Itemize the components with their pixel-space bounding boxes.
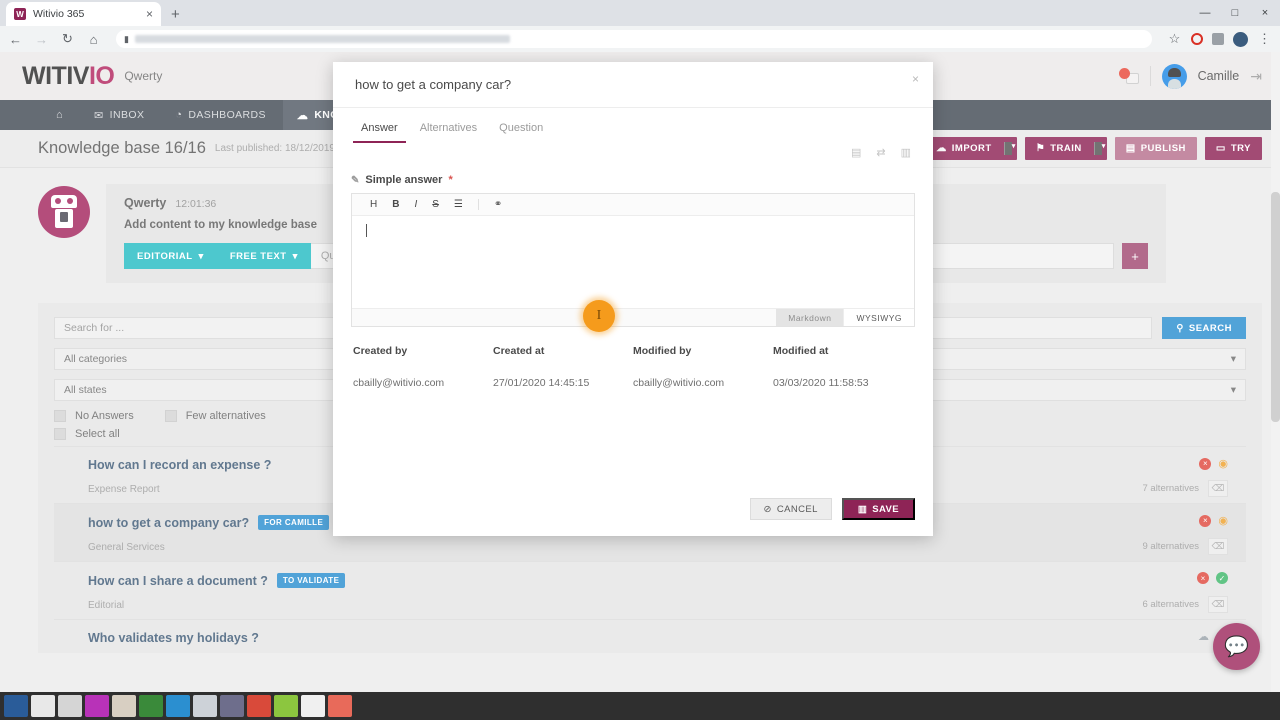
browser-chrome: W Witivio 365 × + — □ × ← → ↻ ⌂ ▮ ☆ ⋮ xyxy=(0,0,1280,52)
favicon-icon: W xyxy=(14,8,26,20)
italic-icon[interactable]: I xyxy=(414,199,417,210)
metadata-value: 27/01/2020 14:45:15 xyxy=(493,377,590,389)
metadata-created-at: Created at 27/01/2020 14:45:15 xyxy=(493,345,633,389)
bookmark-star-icon[interactable]: ☆ xyxy=(1167,31,1182,47)
modal-body: ✎ Simple answer * H B I S ☰ ⚭ Markdown W… xyxy=(333,166,933,389)
modal-title: how to get a company car? xyxy=(355,77,512,92)
mode-wysiwyg-button[interactable]: WYSIWYG xyxy=(843,309,914,326)
modal-tabs: Answer Alternatives Question xyxy=(333,108,933,143)
metadata-header: Created by xyxy=(353,345,408,357)
save-draft-icon[interactable]: ▥ xyxy=(901,146,911,159)
metadata-header: Created at xyxy=(493,345,545,357)
tab-title: Witivio 365 xyxy=(33,8,85,20)
taskbar-app-icon[interactable] xyxy=(112,695,136,717)
edit-answer-modal: how to get a company car? × Answer Alter… xyxy=(333,62,933,536)
metadata-modified-at: Modified at 03/03/2020 11:58:53 xyxy=(773,345,913,389)
metadata-header: Modified by xyxy=(633,345,692,357)
answer-textarea[interactable] xyxy=(352,216,914,308)
address-bar[interactable]: ▮ xyxy=(116,30,1152,48)
metadata-header: Modified at xyxy=(773,345,829,357)
taskbar-app-icon[interactable] xyxy=(301,695,325,717)
home-icon[interactable]: ⌂ xyxy=(86,32,101,47)
modal-footer: ⊘ CANCEL ▥ SAVE xyxy=(749,498,915,520)
taskbar-app-icon[interactable] xyxy=(139,695,163,717)
metadata-value: cbailly@witivio.com xyxy=(633,377,725,389)
list-view-icon[interactable]: ▤ xyxy=(851,146,861,159)
text-caret xyxy=(366,224,367,237)
taskbar-app-icon[interactable] xyxy=(31,695,55,717)
floppy-disk-icon: ▥ xyxy=(857,503,868,515)
toolbar-actions: ☆ ⋮ xyxy=(1167,31,1272,47)
bold-icon[interactable]: B xyxy=(392,199,399,210)
metadata-created-by: Created by cbailly@witivio.com xyxy=(353,345,493,389)
minimize-icon[interactable]: — xyxy=(1190,0,1220,26)
screen: W Witivio 365 × + — □ × ← → ↻ ⌂ ▮ ☆ ⋮ WI… xyxy=(0,0,1280,720)
editor-toolbar: H B I S ☰ ⚭ xyxy=(352,194,914,216)
click-indicator: I xyxy=(583,300,615,332)
taskbar-app-icon[interactable] xyxy=(166,695,190,717)
close-icon[interactable]: × xyxy=(146,8,153,20)
answer-editor: H B I S ☰ ⚭ Markdown WYSIWYG xyxy=(351,193,915,327)
os-taskbar xyxy=(0,692,1280,720)
text-cursor-icon: I xyxy=(596,308,602,323)
divider xyxy=(477,199,479,210)
taskbar-app-icon[interactable] xyxy=(328,695,352,717)
tab-alternatives[interactable]: Alternatives xyxy=(412,122,485,143)
strikethrough-icon[interactable]: S xyxy=(432,199,439,210)
mode-markdown-button[interactable]: Markdown xyxy=(776,309,844,326)
back-icon[interactable]: ← xyxy=(8,32,23,47)
tab-question[interactable]: Question xyxy=(491,122,551,143)
required-marker: * xyxy=(448,174,453,186)
browser-tab[interactable]: W Witivio 365 × xyxy=(6,2,161,26)
browser-profile-avatar[interactable] xyxy=(1233,31,1248,47)
section-title: Simple answer xyxy=(365,174,443,186)
close-icon[interactable]: × xyxy=(912,72,919,86)
save-button[interactable]: ▥ SAVE xyxy=(841,498,915,520)
browser-tabstrip: W Witivio 365 × + — □ × xyxy=(0,0,1280,26)
taskbar-app-icon[interactable] xyxy=(247,695,271,717)
page-content: WITIVIO Qwerty Camille ⇥ ⌂ ✉ INBOX ◔ DAS… xyxy=(0,52,1280,692)
simple-answer-label: ✎ Simple answer * xyxy=(351,166,915,193)
metadata-value: 03/03/2020 11:58:53 xyxy=(773,377,869,389)
metadata-value: cbailly@witivio.com xyxy=(353,377,445,389)
metadata-modified-by: Modified by cbailly@witivio.com xyxy=(633,345,773,389)
taskbar-app-icon[interactable] xyxy=(274,695,298,717)
new-tab-button[interactable]: + xyxy=(171,6,180,26)
extension-icon-1[interactable] xyxy=(1191,33,1203,45)
browser-menu-icon[interactable]: ⋮ xyxy=(1257,31,1272,47)
maximize-icon[interactable]: □ xyxy=(1220,0,1250,26)
taskbar-app-icon[interactable] xyxy=(58,695,82,717)
browser-toolbar: ← → ↻ ⌂ ▮ ☆ ⋮ xyxy=(0,26,1280,52)
taskbar-app-icon[interactable] xyxy=(85,695,109,717)
reload-icon[interactable]: ↻ xyxy=(60,31,75,47)
cancel-label: CANCEL xyxy=(776,503,818,515)
ban-icon: ⊘ xyxy=(763,503,772,515)
transfer-icon[interactable]: ⇄ xyxy=(876,146,885,159)
taskbar-app-icon[interactable] xyxy=(4,695,28,717)
tab-answer[interactable]: Answer xyxy=(353,122,406,143)
window-controls: — □ × xyxy=(1190,0,1280,26)
forward-icon[interactable]: → xyxy=(34,32,49,47)
url-text xyxy=(134,35,510,43)
taskbar-app-icon[interactable] xyxy=(220,695,244,717)
cancel-button[interactable]: ⊘ CANCEL xyxy=(749,498,832,520)
editor-mode-toggle: Markdown WYSIWYG xyxy=(352,308,914,326)
taskbar-app-icon[interactable] xyxy=(193,695,217,717)
save-label: SAVE xyxy=(872,503,899,515)
lock-icon: ▮ xyxy=(124,33,129,44)
modal-header: how to get a company car? × xyxy=(333,62,933,108)
metadata-table: Created by cbailly@witivio.com Created a… xyxy=(351,327,915,389)
edit-icon: ✎ xyxy=(351,174,360,186)
heading-icon[interactable]: H xyxy=(370,199,377,210)
extension-icon-2[interactable] xyxy=(1212,33,1224,45)
window-close-icon[interactable]: × xyxy=(1250,0,1280,26)
link-icon[interactable]: ⚭ xyxy=(494,199,502,210)
modal-tool-row: ▤ ⇄ ▥ xyxy=(333,143,933,166)
bullet-list-icon[interactable]: ☰ xyxy=(454,199,463,210)
